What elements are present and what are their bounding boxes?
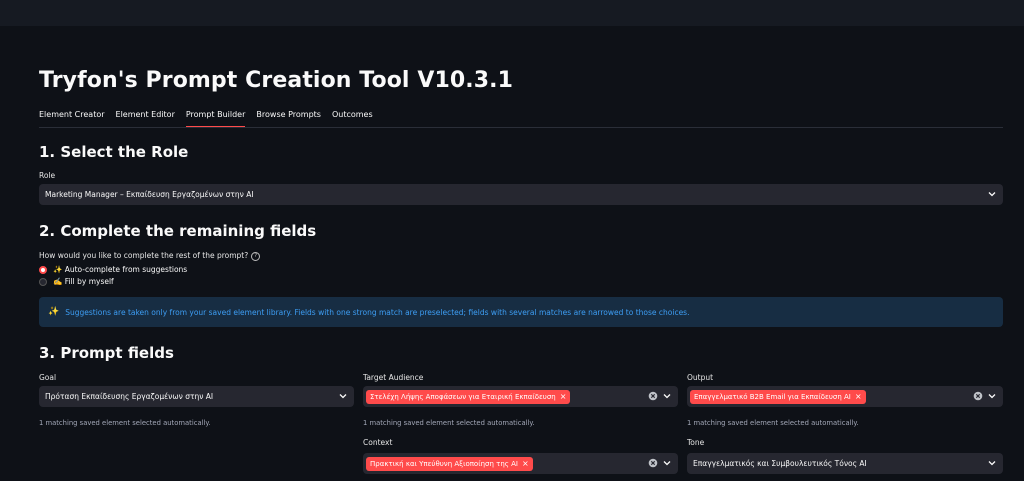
tab-browse-prompts[interactable]: Browse Prompts (256, 106, 321, 126)
target-audience-label: Target Audience (363, 373, 424, 382)
radio-unselected-icon[interactable] (39, 277, 47, 286)
clear-icon[interactable] (973, 391, 983, 401)
clear-icon[interactable] (648, 458, 658, 468)
context-label: Context (363, 438, 393, 447)
suggestions-info-box: ✨ Suggestions are taken only from your s… (39, 297, 1003, 327)
suggestions-info-text: Suggestions are taken only from your sav… (65, 307, 690, 317)
tone-label: Tone (687, 438, 705, 447)
goal-label: Goal (39, 373, 57, 382)
tab-element-editor[interactable]: Element Editor (116, 106, 175, 126)
close-icon[interactable]: × (855, 392, 862, 401)
context-chip-label: Πρακτική και Υπεύθυνη Αξιοποίηση της AI (370, 459, 518, 468)
clear-icon[interactable] (648, 391, 658, 401)
section-heading-prompt-fields: 3. Prompt fields (39, 344, 174, 362)
sparkles-icon: ✨ (48, 307, 60, 317)
section-heading-complete-fields: 2. Complete the remaining fields (39, 222, 316, 240)
role-select[interactable]: Marketing Manager – Εκπαίδευση Εργαζομέν… (39, 184, 1003, 205)
tab-prompt-builder[interactable]: Prompt Builder (185, 106, 246, 128)
output-chip-label: Επαγγελματικό B2B Email για Εκπαίδευση A… (694, 392, 851, 401)
output-label: Output (687, 373, 714, 382)
page-title: Tryfon's Prompt Creation Tool V10.3.1 (39, 68, 513, 93)
close-icon[interactable]: × (560, 392, 567, 401)
role-select-value: Marketing Manager – Εκπαίδευση Εργαζομέν… (45, 190, 254, 199)
tab-divider (39, 127, 1003, 128)
goal-select-value: Πρόταση Εκπαίδευσης Εργαζομένων στην AI (45, 392, 214, 401)
tone-select[interactable]: Επαγγελματικός και Συμβουλευτικός Τόνος … (687, 453, 1003, 474)
target-audience-caption: 1 matching saved element selected automa… (363, 419, 535, 427)
help-icon[interactable]: ? (251, 251, 261, 261)
chevron-down-icon (338, 391, 348, 401)
app-header-bar (0, 0, 1024, 26)
radio-auto-complete-label: ✨ Auto-complete from suggestions (53, 265, 188, 274)
radio-selected-icon[interactable] (39, 265, 47, 274)
close-icon[interactable]: × (522, 459, 529, 468)
goal-select[interactable]: Πρόταση Εκπαίδευσης Εργαζομένων στην AI (39, 386, 354, 407)
context-multiselect[interactable]: Πρακτική και Υπεύθυνη Αξιοποίηση της AI … (363, 453, 678, 474)
output-chip: Επαγγελματικό B2B Email για Εκπαίδευση A… (690, 389, 866, 404)
goal-caption: 1 matching saved element selected automa… (39, 419, 211, 427)
tab-outcomes[interactable]: Outcomes (332, 106, 373, 126)
context-chip: Πρακτική και Υπεύθυνη Αξιοποίηση της AI … (366, 456, 533, 471)
section-heading-complete-fields-text: 2. Complete the remaining fields (39, 222, 317, 240)
tone-select-value: Επαγγελματικός και Συμβουλευτικός Τόνος … (693, 459, 867, 468)
target-audience-multiselect[interactable]: Στελέχη Λήψης Αποφάσεων για Εταιρική Εκπ… (363, 386, 678, 407)
tab-bar: Element Creator Element Editor Prompt Bu… (39, 106, 373, 128)
completion-question-text: How would you like to complete the rest … (39, 251, 249, 260)
output-multiselect[interactable]: Επαγγελματικό B2B Email για Εκπαίδευση A… (687, 386, 1003, 407)
chevron-down-icon (987, 458, 997, 468)
section-heading-select-role: 1. Select the Role (39, 143, 189, 161)
radio-fill-by-myself[interactable]: ✍️ Fill by myself (39, 277, 114, 286)
chevron-down-icon (662, 458, 672, 468)
chevron-down-icon (662, 391, 672, 401)
completion-question: How would you like to complete the rest … (39, 251, 261, 261)
radio-fill-by-myself-label: ✍️ Fill by myself (53, 277, 114, 286)
target-audience-chip: Στελέχη Λήψης Αποφάσεων για Εταιρική Εκπ… (366, 389, 571, 404)
radio-auto-complete[interactable]: ✨ Auto-complete from suggestions (39, 265, 187, 274)
chevron-down-icon (987, 391, 997, 401)
output-caption: 1 matching saved element selected automa… (687, 419, 859, 427)
chevron-down-icon (987, 189, 997, 199)
tab-element-creator[interactable]: Element Creator (39, 106, 105, 126)
target-audience-chip-label: Στελέχη Λήψης Αποφάσεων για Εταιρική Εκπ… (370, 392, 556, 401)
role-label: Role (39, 171, 56, 180)
